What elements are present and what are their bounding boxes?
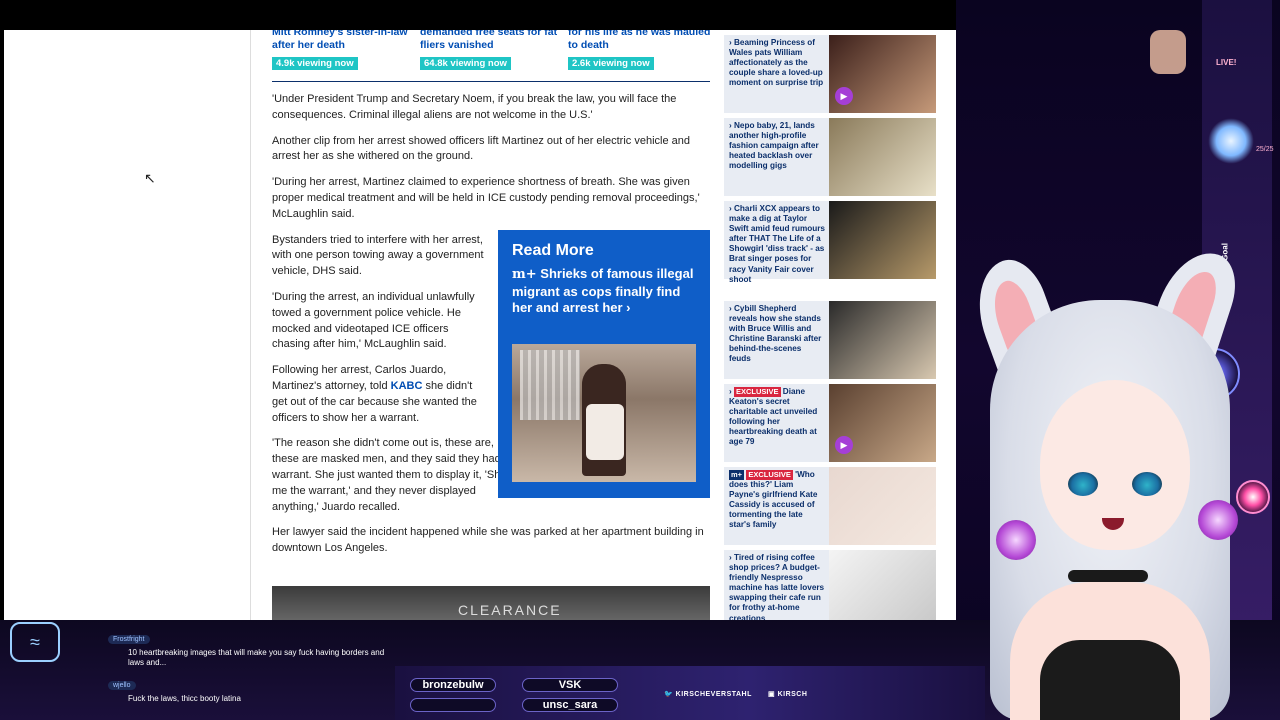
sub-count: 25/25 xyxy=(1256,146,1274,153)
sidebar-item[interactable]: › Nepo baby, 21, lands another high-prof… xyxy=(724,118,936,196)
mplus-icon: m+ xyxy=(512,267,537,282)
teaser-row: Mitt Romney's sister-in-law after her de… xyxy=(272,30,712,82)
sidebar-item-label: Cybill Shepherd reveals how she stands w… xyxy=(729,304,822,364)
teaser-item[interactable]: for his life as he was mauled to death 2… xyxy=(568,30,713,71)
teaser-title[interactable]: for his life as he was mauled to death xyxy=(568,30,713,52)
credit-pill-empty xyxy=(410,698,496,712)
sidebar-thumb[interactable]: ▶ xyxy=(829,384,936,462)
screen: ↖ Mitt Romney's sister-in-law after her … xyxy=(0,0,1280,720)
sidebar-item-text[interactable]: › Cybill Shepherd reveals how she stands… xyxy=(729,304,825,365)
sidebar-thumb[interactable] xyxy=(829,550,936,626)
avatar-mouth xyxy=(1102,518,1124,530)
teaser-title[interactable]: demanded free seats for fat fliers vanis… xyxy=(420,30,565,52)
article-paragraph: 'During the arrest, an individual unlawf… xyxy=(272,290,475,351)
article-paragraph: 'The reason she didn't come out is, thes… xyxy=(272,437,515,513)
social-handle: ▣ KIRSCH xyxy=(768,691,808,698)
read-more-headline-text: Shrieks of famous illegal migrant as cop… xyxy=(512,266,694,315)
live-indicator: LIVE! xyxy=(1216,58,1237,67)
sidebar-item[interactable]: › Cybill Shepherd reveals how she stands… xyxy=(724,301,936,379)
sidebar-item[interactable]: › Charli XCX appears to make a dig at Ta… xyxy=(724,201,936,284)
vtuber-avatar xyxy=(960,230,1260,720)
hair-flower xyxy=(1198,500,1238,540)
sidebar-thumb[interactable] xyxy=(829,301,936,379)
photo-bars xyxy=(520,350,580,420)
viewing-badge: 4.9k viewing now xyxy=(272,57,358,70)
avatar-top xyxy=(1040,640,1180,720)
article-paragraph: 'During her arrest, Martinez claimed to … xyxy=(272,176,700,220)
teaser-item[interactable]: Mitt Romney's sister-in-law after her de… xyxy=(272,30,417,71)
play-icon[interactable]: ▶ xyxy=(835,87,853,105)
sidebar-thumb[interactable] xyxy=(829,467,936,545)
exclusive-badge: EXCLUSIVE xyxy=(734,387,781,398)
left-eye xyxy=(1068,472,1098,496)
sidebar-item-label: Charli XCX appears to make a dig at Tayl… xyxy=(729,204,825,284)
orb-decoration xyxy=(1208,118,1254,164)
article-column: Mitt Romney's sister-in-law after her de… xyxy=(272,30,712,557)
sidebar-thumb[interactable]: ▶ xyxy=(829,35,936,113)
chat-box: Frostfright 10 heartbreaking images that… xyxy=(90,628,390,710)
sidebar-thumb[interactable] xyxy=(829,201,936,279)
teaser-title[interactable]: Mitt Romney's sister-in-law after her de… xyxy=(272,30,417,52)
sidebar-item-text[interactable]: › EXCLUSIVE Diane Keaton's secret charit… xyxy=(729,387,825,448)
article-paragraph: Her lawyer said the incident happened wh… xyxy=(272,526,704,555)
sidebar-item-text[interactable]: › Nepo baby, 21, lands another high-prof… xyxy=(729,121,825,171)
sidebar-item-text[interactable]: › Tired of rising coffee shop prices? A … xyxy=(729,553,825,624)
article-paragraph: Following her arrest, Carlos Juardo, Mar… xyxy=(272,363,488,426)
viewing-badge: 64.8k viewing now xyxy=(420,57,511,70)
hair-flower xyxy=(996,520,1036,560)
chat-text: 10 heartbreaking images that will make y… xyxy=(128,648,385,667)
article-paragraph: Another clip from her arrest showed offi… xyxy=(272,134,690,163)
twitter-label: KIRSCHEVERSTAHL xyxy=(675,691,752,698)
browser-viewport[interactable]: ↖ Mitt Romney's sister-in-law after her … xyxy=(4,30,956,626)
cat-icon: ≈ xyxy=(10,622,60,662)
article-paragraph: Bystanders tried to interfere with her a… xyxy=(272,233,484,278)
sidebar-item-label: Beaming Princess of Wales pats William a… xyxy=(729,38,824,88)
right-eye xyxy=(1132,472,1162,496)
photo-dress xyxy=(586,404,624,460)
sidebar-item-label: Nepo baby, 21, lands another high-profil… xyxy=(729,121,819,171)
social-label: KIRSCH xyxy=(777,691,808,698)
chat-username: Frostfright xyxy=(108,635,150,644)
sidebar-thumb[interactable] xyxy=(829,118,936,196)
read-more-label: Read More xyxy=(512,242,594,259)
video-caption: CLEARANCE xyxy=(458,602,562,618)
sidebar-item[interactable]: › EXCLUSIVE Diane Keaton's secret charit… xyxy=(724,384,936,462)
chat-text: Fuck the laws, thicc booty latina xyxy=(128,694,241,703)
read-more-photo[interactable] xyxy=(512,344,696,482)
column-divider xyxy=(250,30,251,626)
mplus-icon: m+ xyxy=(729,470,745,481)
chat-message: Frostfright 10 heartbreaking images that… xyxy=(90,628,390,668)
sidebar-item-text[interactable]: m+ EXCLUSIVE 'Who does this?' Liam Payne… xyxy=(729,470,825,531)
play-icon[interactable]: ▶ xyxy=(835,436,853,454)
kabc-link[interactable]: KABC xyxy=(391,380,423,392)
credit-pill: VSK xyxy=(522,678,618,692)
sidebar-item-text[interactable]: › Beaming Princess of Wales pats William… xyxy=(729,38,825,88)
sidebar-item-label: Tired of rising coffee shop prices? A bu… xyxy=(729,553,825,623)
sidebar-item-text[interactable]: › Charli XCX appears to make a dig at Ta… xyxy=(729,204,825,285)
lamp-decoration xyxy=(1150,30,1186,74)
credit-pill: unsc_sara xyxy=(522,698,618,712)
mouse-cursor-icon: ↖ xyxy=(144,170,156,186)
read-more-headline[interactable]: m+ Shrieks of famous illegal migrant as … xyxy=(512,266,696,317)
credit-pill: bronzebulw xyxy=(410,678,496,692)
viewing-badge: 2.6k viewing now xyxy=(568,57,654,70)
sidebar-item[interactable]: › Tired of rising coffee shop prices? A … xyxy=(724,550,936,626)
twitter-handle: 🐦 KIRSCHEVERSTAHL xyxy=(664,691,752,698)
article-paragraph: 'Under President Trump and Secretary Noe… xyxy=(272,93,677,121)
sidebar-item[interactable]: m+ EXCLUSIVE 'Who does this?' Liam Payne… xyxy=(724,467,936,545)
avatar-choker xyxy=(1068,570,1148,582)
teaser-item[interactable]: demanded free seats for fat fliers vanis… xyxy=(420,30,565,71)
exclusive-badge: EXCLUSIVE xyxy=(746,470,793,481)
avatar-face xyxy=(1040,380,1190,550)
read-more-box[interactable]: Read More m+ Shrieks of famous illegal m… xyxy=(498,230,710,498)
chat-message: wjello Fuck the laws, thicc booty latina xyxy=(90,674,390,704)
sidebar-item[interactable]: › Beaming Princess of Wales pats William… xyxy=(724,35,936,113)
chat-username: wjello xyxy=(108,681,136,690)
